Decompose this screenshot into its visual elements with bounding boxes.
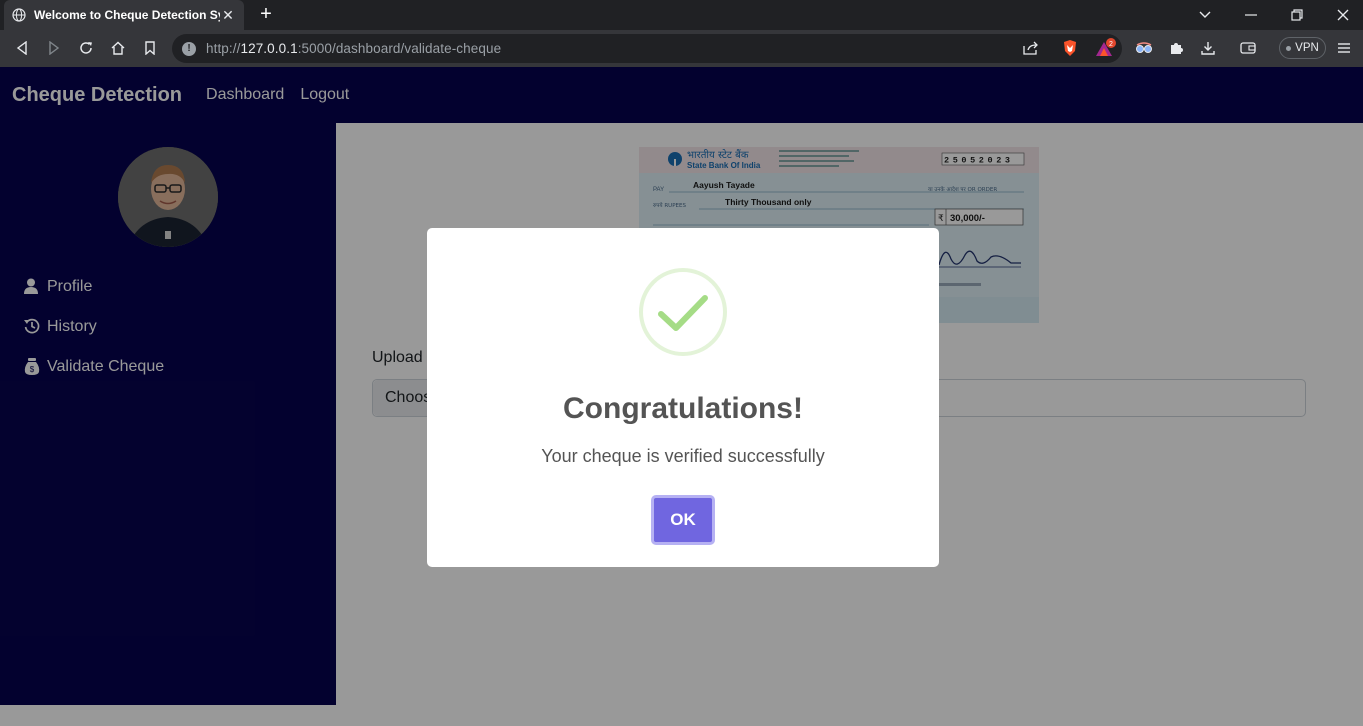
vpn-status-dot: [1286, 45, 1292, 51]
extensions-puzzle-icon[interactable]: [1164, 36, 1188, 60]
vpn-label: VPN: [1295, 42, 1319, 54]
globe-icon: [12, 8, 26, 22]
back-icon[interactable]: [10, 36, 34, 60]
minimize-icon[interactable]: [1228, 0, 1274, 30]
menu-icon[interactable]: [1332, 36, 1356, 60]
browser-tabstrip: Welcome to Cheque Detection Sy ✕ +: [0, 0, 1363, 30]
forward-icon[interactable]: [42, 36, 66, 60]
modal-message: Your cheque is verified successfully: [541, 446, 825, 466]
new-tab-button[interactable]: +: [256, 4, 276, 26]
share-icon[interactable]: [1019, 36, 1043, 60]
wallet-icon[interactable]: [1236, 36, 1260, 60]
tab-title: Welcome to Cheque Detection Sy: [34, 8, 220, 22]
success-modal: Congratulations! Your cheque is verified…: [427, 228, 939, 567]
home-icon[interactable]: [106, 36, 130, 60]
url-text: http://127.0.0.1:5000/dashboard/validate…: [206, 41, 502, 56]
brave-shield-icon[interactable]: [1058, 36, 1082, 60]
window-close-icon[interactable]: [1320, 0, 1363, 30]
address-bar[interactable]: ! http://127.0.0.1:5000/dashboard/valida…: [172, 34, 1122, 63]
success-check-icon: [639, 268, 727, 356]
download-icon[interactable]: [1196, 36, 1220, 60]
site-info-icon[interactable]: !: [182, 41, 196, 56]
notification-count: 2: [1109, 41, 1113, 48]
tab-close-icon[interactable]: ✕: [220, 7, 236, 24]
brave-rewards-icon[interactable]: 2: [1094, 36, 1118, 60]
browser-tab[interactable]: Welcome to Cheque Detection Sy ✕: [4, 0, 244, 30]
vpn-button[interactable]: VPN: [1279, 37, 1326, 59]
reload-icon[interactable]: [74, 36, 98, 60]
ok-button[interactable]: OK: [651, 495, 715, 545]
bookmark-icon[interactable]: [138, 36, 162, 60]
modal-title: Congratulations!: [563, 392, 803, 425]
restore-icon[interactable]: [1274, 0, 1320, 30]
extension-glasses-icon[interactable]: [1132, 36, 1156, 60]
tab-search-icon[interactable]: [1182, 0, 1228, 30]
browser-toolbar: ! http://127.0.0.1:5000/dashboard/valida…: [0, 30, 1363, 67]
